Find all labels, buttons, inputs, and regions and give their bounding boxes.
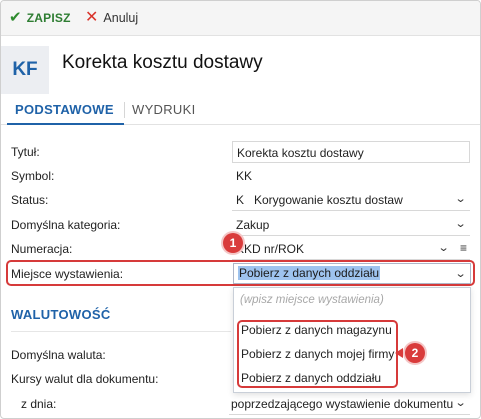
tab-separator xyxy=(124,102,125,118)
callout-marker-1: 1 xyxy=(223,233,243,253)
document-type-badge: KF xyxy=(1,46,49,94)
place-label: Miejsce wystawienia: xyxy=(11,267,124,281)
callout-arrow xyxy=(395,348,403,358)
from-day-value: poprzedzającego wystawienie dokumentu xyxy=(231,397,454,411)
numbering-select[interactable]: KKD nr/ROK ⌄ ≡ xyxy=(232,238,470,260)
save-label: ZAPISZ xyxy=(26,10,71,25)
cancel-label: Anuluj xyxy=(103,10,139,25)
title-field[interactable]: Korekta kosztu dostawy xyxy=(232,141,470,163)
symbol-value: KK xyxy=(236,169,253,183)
tab-prints[interactable]: WYDRUKI xyxy=(132,102,196,117)
section-title-currency: WALUTOWOŚĆ xyxy=(11,307,111,322)
place-value: Pobierz z danych oddziału xyxy=(238,266,381,280)
status-label: Status: xyxy=(11,193,49,207)
from-day-select[interactable]: poprzedzającego wystawienie dokumentu ⌄ xyxy=(229,393,470,415)
tab-basic[interactable]: PODSTAWOWE xyxy=(7,102,124,125)
status-value: Korygowanie kosztu dostaw xyxy=(254,193,403,207)
section-divider xyxy=(11,331,231,332)
tab-bar: PODSTAWOWE WYDRUKI xyxy=(1,94,480,125)
place-dropdown: (wpisz miejsce wystawienia) Pobierz z da… xyxy=(233,287,471,393)
option-warehouse[interactable]: Pobierz z danych magazynu xyxy=(241,323,392,337)
chevron-down-icon: ⌄ xyxy=(454,218,467,230)
option-branch[interactable]: Pobierz z danych oddziału xyxy=(241,371,381,385)
toolbar: ✔ ZAPISZ ✕ Anuluj xyxy=(1,1,480,36)
dropdown-placeholder[interactable]: (wpisz miejsce wystawienia) xyxy=(240,294,384,306)
category-value: Zakup xyxy=(236,218,270,232)
status-code: K xyxy=(236,193,245,207)
category-select[interactable]: Zakup ⌄ xyxy=(232,214,470,236)
category-label: Domyślna kategoria: xyxy=(11,218,121,232)
chevron-down-icon: ⌄ xyxy=(454,268,467,280)
category-row: Domyślna kategoria: Zakup ⌄ xyxy=(1,214,480,236)
numbering-value: KKD nr/ROK xyxy=(236,242,305,256)
document-header: KF Korekta kosztu dostawy xyxy=(1,36,480,94)
cancel-button[interactable]: ✕ Anuluj xyxy=(85,9,139,26)
option-my-company[interactable]: Pobierz z danych mojej firmy xyxy=(241,347,394,361)
from-day-label: z dnia: xyxy=(21,397,57,411)
symbol-row: Symbol: KK xyxy=(1,165,480,187)
title-row: Tytuł: Korekta kosztu dostawy xyxy=(1,141,480,163)
page-title: Korekta kosztu dostawy xyxy=(62,52,263,73)
status-select[interactable]: K Korygowanie kosztu dostaw ⌄ xyxy=(232,189,470,211)
chevron-down-icon: ⌄ xyxy=(454,193,467,205)
default-currency-label: Domyślna waluta: xyxy=(11,348,106,362)
chevron-down-icon: ⌄ xyxy=(437,242,450,254)
save-button[interactable]: ✔ ZAPISZ xyxy=(9,10,71,25)
title-label: Tytuł: xyxy=(11,145,40,159)
numbering-label: Numeracja: xyxy=(11,242,73,256)
from-day-row: z dnia: poprzedzającego wystawienie doku… xyxy=(1,393,480,415)
symbol-label: Symbol: xyxy=(11,169,55,183)
menu-icon[interactable]: ≡ xyxy=(460,241,467,255)
document-window: ✔ ZAPISZ ✕ Anuluj KF Korekta kosztu dost… xyxy=(0,0,481,419)
chevron-down-icon: ⌄ xyxy=(454,397,467,409)
close-icon: ✕ xyxy=(85,9,99,26)
rates-label: Kursy walut dla dokumentu: xyxy=(11,372,159,386)
check-icon: ✔ xyxy=(9,9,22,26)
place-select[interactable]: Pobierz z danych oddziału ⌄ xyxy=(233,263,471,284)
status-row: Status: K Korygowanie kosztu dostaw ⌄ xyxy=(1,189,480,211)
callout-marker-2: 2 xyxy=(405,343,425,363)
